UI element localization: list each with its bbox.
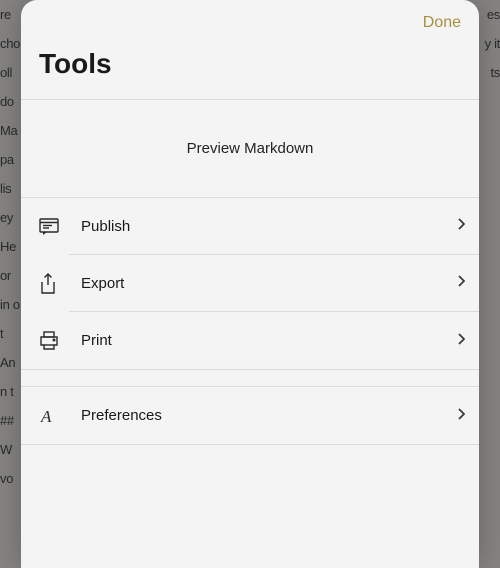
export-row[interactable]: Export xyxy=(39,255,479,312)
print-label: Print xyxy=(81,332,112,349)
tools-list: Publish Export xyxy=(21,198,479,445)
background-text-right: es y it ts xyxy=(480,0,500,568)
chevron-right-icon xyxy=(457,217,465,235)
preferences-row[interactable]: A Preferences xyxy=(39,387,479,444)
svg-text:A: A xyxy=(40,407,52,425)
preview-markdown-button[interactable]: Preview Markdown xyxy=(21,100,479,198)
chevron-right-icon xyxy=(457,274,465,292)
background-text-left: re cho oll do Ma pa lis ey He or in o t … xyxy=(0,0,20,568)
group-divider xyxy=(21,444,479,445)
preferences-icon: A xyxy=(39,387,69,444)
export-label: Export xyxy=(81,275,124,292)
publish-icon xyxy=(39,198,69,255)
group-spacer xyxy=(39,370,479,386)
chevron-right-icon xyxy=(457,407,465,425)
tools-sheet: Done Tools Preview Markdown Publish xyxy=(21,0,479,568)
publish-label: Publish xyxy=(81,218,130,235)
sheet-title: Tools xyxy=(39,48,461,80)
done-button[interactable]: Done xyxy=(423,14,461,32)
preview-markdown-label: Preview Markdown xyxy=(187,140,314,157)
chevron-right-icon xyxy=(457,332,465,350)
print-row[interactable]: Print xyxy=(39,312,479,369)
print-icon xyxy=(39,312,69,369)
preferences-label: Preferences xyxy=(81,407,162,424)
sheet-header: Done Tools xyxy=(21,0,479,100)
export-icon xyxy=(39,255,69,312)
publish-row[interactable]: Publish xyxy=(39,198,479,255)
